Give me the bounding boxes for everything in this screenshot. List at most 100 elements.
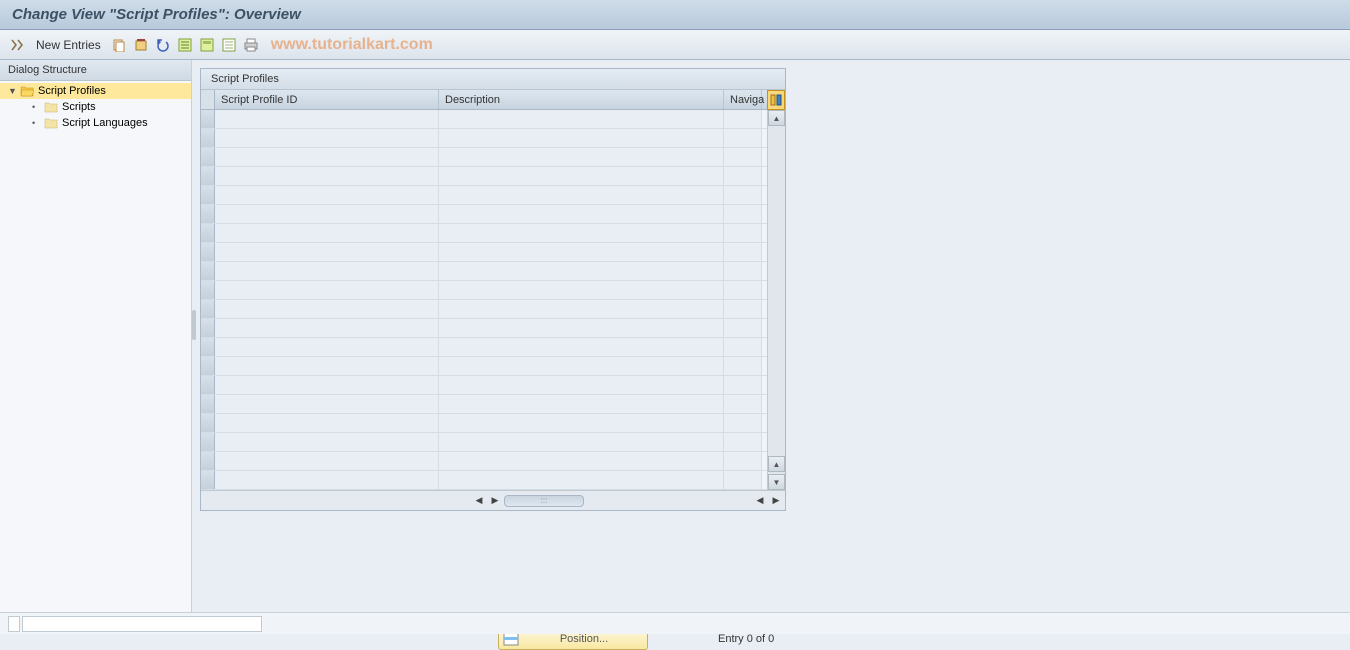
cell-profile-id[interactable] (215, 205, 439, 223)
cell-profile-id[interactable] (215, 129, 439, 147)
table-row[interactable] (201, 110, 767, 129)
table-row[interactable] (201, 357, 767, 376)
table-row[interactable] (201, 167, 767, 186)
cell-profile-id[interactable] (215, 243, 439, 261)
status-indicator[interactable] (8, 616, 20, 632)
cell-description[interactable] (439, 224, 724, 242)
cell-description[interactable] (439, 281, 724, 299)
cell-navigation[interactable] (724, 300, 762, 318)
tree-item-script-languages[interactable]: • Script Languages (0, 115, 191, 131)
cell-profile-id[interactable] (215, 224, 439, 242)
cell-profile-id[interactable] (215, 452, 439, 470)
cell-navigation[interactable] (724, 167, 762, 185)
cell-profile-id[interactable] (215, 357, 439, 375)
scroll-thumb[interactable]: ::: (504, 495, 584, 507)
cell-navigation[interactable] (724, 319, 762, 337)
row-selector[interactable] (201, 148, 215, 166)
print-icon[interactable] (241, 35, 261, 55)
row-selector[interactable] (201, 205, 215, 223)
cell-navigation[interactable] (724, 262, 762, 280)
table-row[interactable] (201, 471, 767, 490)
cell-description[interactable] (439, 357, 724, 375)
cell-description[interactable] (439, 205, 724, 223)
cell-profile-id[interactable] (215, 376, 439, 394)
cell-navigation[interactable] (724, 452, 762, 470)
table-row[interactable] (201, 395, 767, 414)
tree-item-scripts[interactable]: • Scripts (0, 99, 191, 115)
column-header-navigation[interactable]: Naviga (724, 90, 762, 109)
row-selector[interactable] (201, 395, 215, 413)
tree-item-script-profiles[interactable]: ▼ Script Profiles (0, 83, 191, 99)
row-selector[interactable] (201, 281, 215, 299)
table-row[interactable] (201, 338, 767, 357)
cell-description[interactable] (439, 433, 724, 451)
cell-description[interactable] (439, 319, 724, 337)
table-row[interactable] (201, 243, 767, 262)
toggle-icon[interactable] (8, 35, 28, 55)
column-header-description[interactable]: Description (439, 90, 724, 109)
cell-profile-id[interactable] (215, 414, 439, 432)
cell-navigation[interactable] (724, 224, 762, 242)
cell-profile-id[interactable] (215, 300, 439, 318)
new-entries-button[interactable]: New Entries (30, 38, 107, 52)
cell-profile-id[interactable] (215, 167, 439, 185)
row-selector[interactable] (201, 186, 215, 204)
cell-navigation[interactable] (724, 110, 762, 128)
row-selector[interactable] (201, 471, 215, 489)
vertical-scrollbar[interactable]: ▲ ▲ ▼ (767, 110, 785, 490)
table-row[interactable] (201, 319, 767, 338)
cell-profile-id[interactable] (215, 110, 439, 128)
cell-description[interactable] (439, 167, 724, 185)
row-selector[interactable] (201, 357, 215, 375)
cell-profile-id[interactable] (215, 395, 439, 413)
row-selector[interactable] (201, 167, 215, 185)
cell-description[interactable] (439, 186, 724, 204)
select-block-icon[interactable] (197, 35, 217, 55)
cell-profile-id[interactable] (215, 319, 439, 337)
cell-navigation[interactable] (724, 148, 762, 166)
cell-description[interactable] (439, 452, 724, 470)
table-row[interactable] (201, 433, 767, 452)
cell-navigation[interactable] (724, 129, 762, 147)
cell-profile-id[interactable] (215, 433, 439, 451)
row-selector[interactable] (201, 300, 215, 318)
cell-description[interactable] (439, 395, 724, 413)
select-all-icon[interactable] (175, 35, 195, 55)
scroll-left-icon[interactable]: ◀ (753, 494, 767, 508)
cell-navigation[interactable] (724, 395, 762, 413)
copy-icon[interactable] (109, 35, 129, 55)
row-selector-header[interactable] (201, 90, 215, 109)
table-row[interactable] (201, 129, 767, 148)
row-selector[interactable] (201, 224, 215, 242)
cell-navigation[interactable] (724, 281, 762, 299)
deselect-all-icon[interactable] (219, 35, 239, 55)
table-row[interactable] (201, 281, 767, 300)
table-row[interactable] (201, 414, 767, 433)
table-row[interactable] (201, 376, 767, 395)
scroll-down-icon[interactable]: ▼ (768, 474, 785, 490)
scroll-right-icon[interactable]: ▶ (769, 494, 783, 508)
cell-description[interactable] (439, 414, 724, 432)
cell-description[interactable] (439, 262, 724, 280)
table-row[interactable] (201, 224, 767, 243)
cell-description[interactable] (439, 376, 724, 394)
cell-description[interactable] (439, 243, 724, 261)
table-row[interactable] (201, 148, 767, 167)
cell-navigation[interactable] (724, 338, 762, 356)
column-header-profile-id[interactable]: Script Profile ID (215, 90, 439, 109)
cell-profile-id[interactable] (215, 338, 439, 356)
scroll-right-icon[interactable]: ▶ (488, 494, 502, 508)
cell-navigation[interactable] (724, 414, 762, 432)
cell-navigation[interactable] (724, 376, 762, 394)
row-selector[interactable] (201, 414, 215, 432)
cell-navigation[interactable] (724, 243, 762, 261)
cell-description[interactable] (439, 300, 724, 318)
cell-navigation[interactable] (724, 471, 762, 489)
row-selector[interactable] (201, 319, 215, 337)
table-row[interactable] (201, 262, 767, 281)
scroll-left-icon[interactable]: ◀ (472, 494, 486, 508)
cell-profile-id[interactable] (215, 186, 439, 204)
cell-profile-id[interactable] (215, 148, 439, 166)
table-config-icon[interactable] (767, 90, 785, 110)
cell-navigation[interactable] (724, 433, 762, 451)
